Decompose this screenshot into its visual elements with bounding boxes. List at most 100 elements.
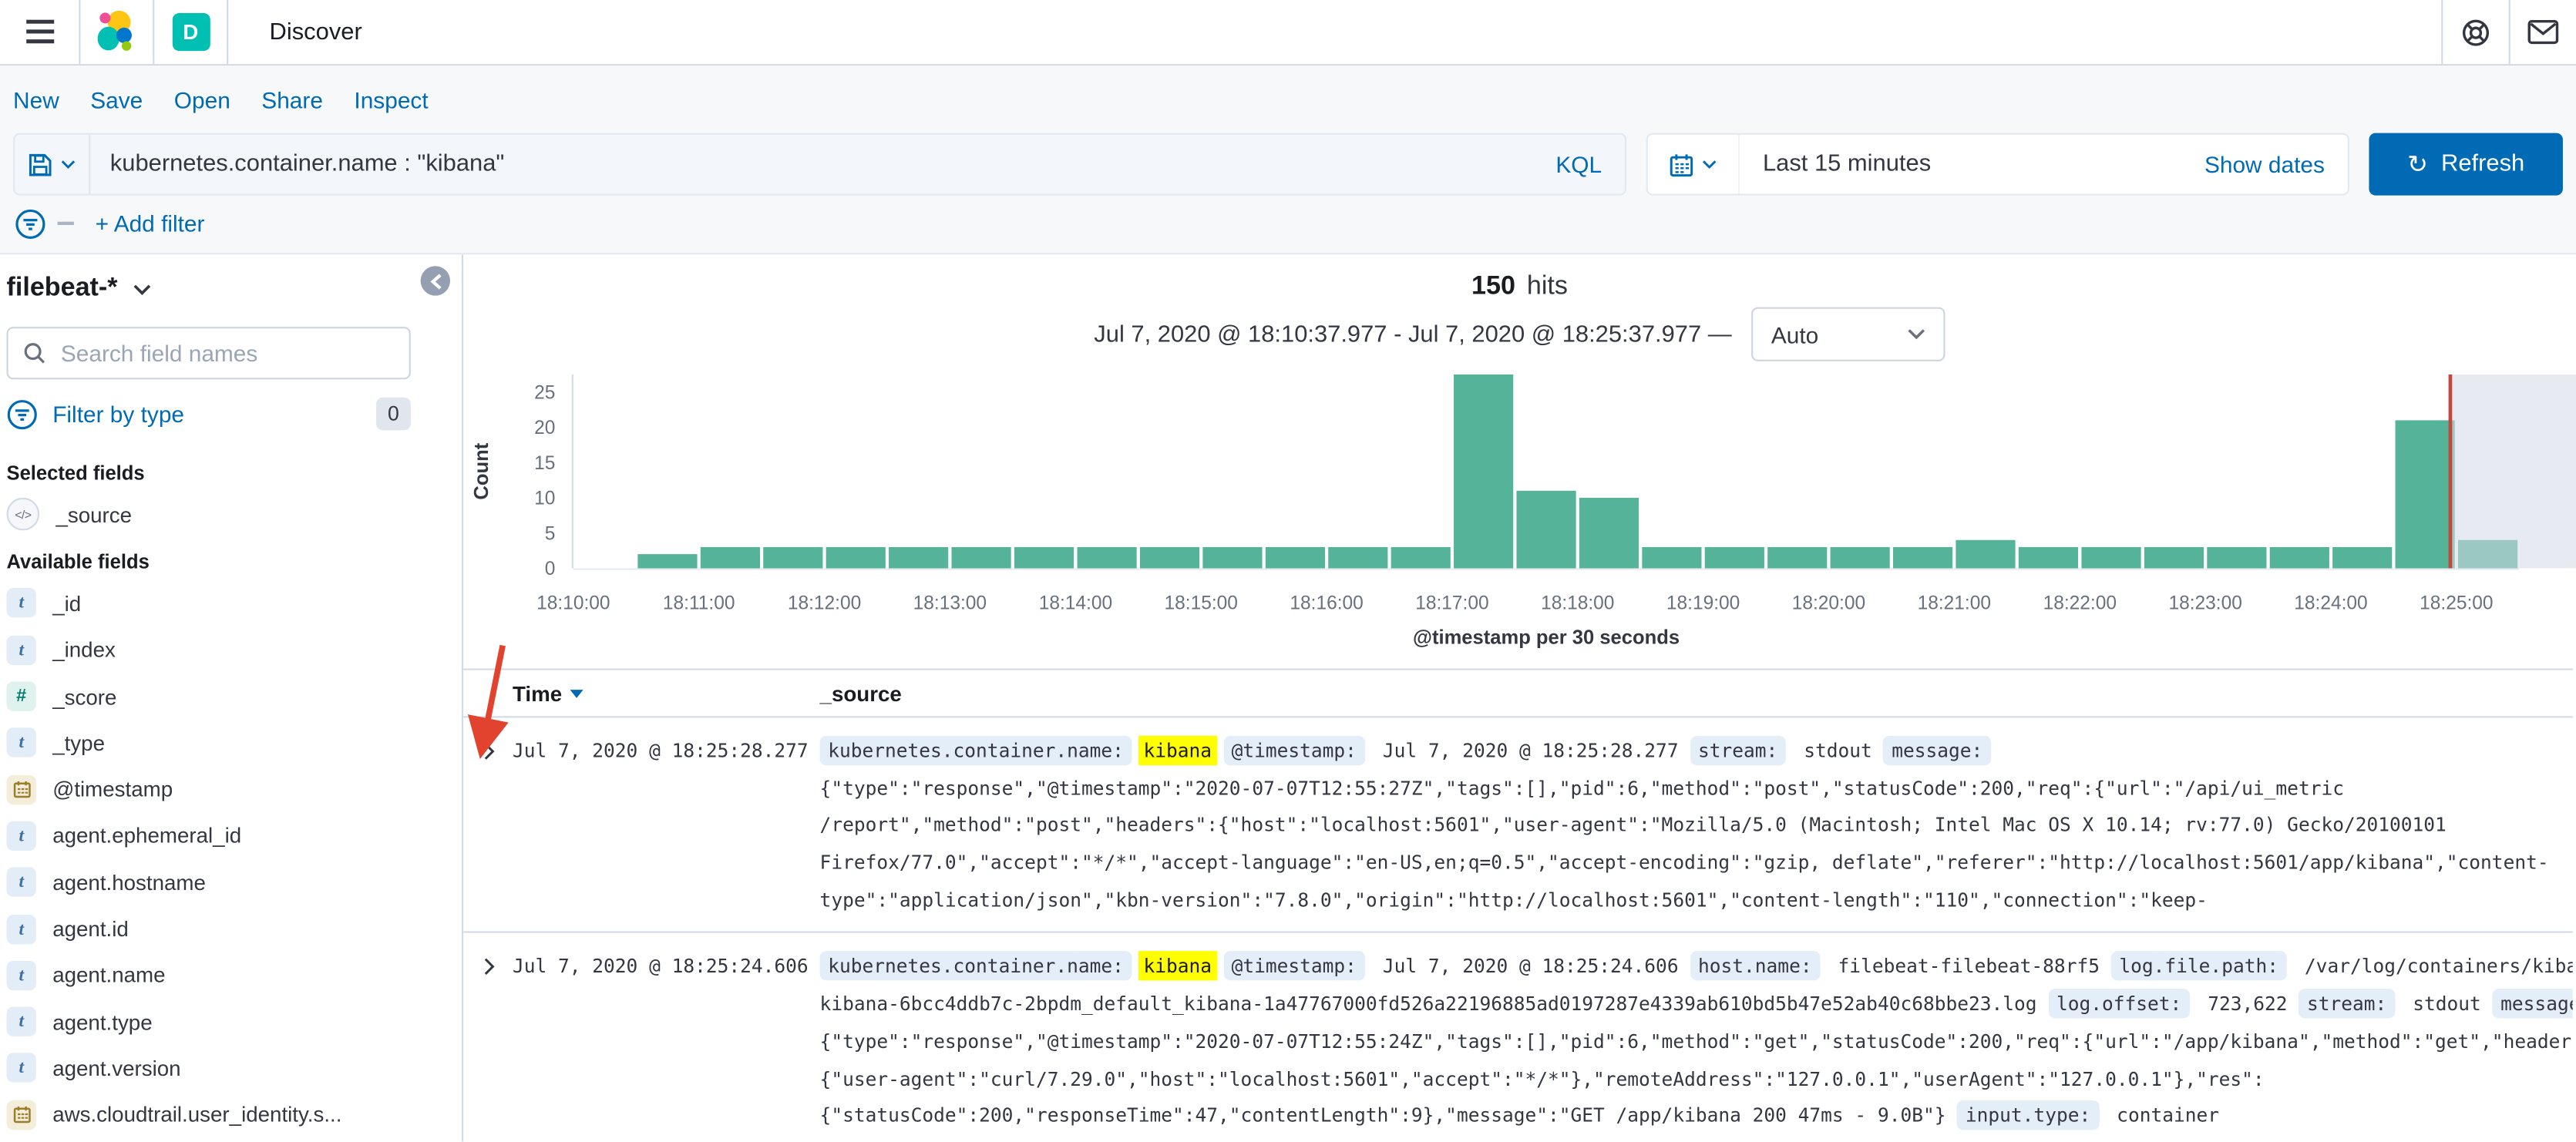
svg-text:10: 10 [534,489,555,509]
histogram-bar [1328,546,1388,569]
menu-item-new[interactable]: New [13,86,59,113]
field-item-agent.ephemeral_id[interactable]: t agent.ephemeral_id [6,813,462,859]
field-item-aws.cloudtrail.user_identity.s...[interactable]: aws.cloudtrail.user_identity.s... [6,1091,462,1137]
collapse-sidebar-button[interactable] [420,266,450,296]
svg-text:18:12:00: 18:12:00 [788,593,861,614]
menu-hamburger-icon[interactable] [0,0,79,64]
field-search-box [6,327,411,380]
histogram-chart[interactable]: 0 5 10 15 20 25 18:10:00 18:11:00 18:12:00 18:13:… [463,347,2576,673]
histogram-bar [1704,546,1764,569]
histogram-bar [763,546,823,569]
row-time-value: Jul 7, 2020 @ 18:25:28.277 [512,739,809,762]
interval-value: Auto [1771,321,1819,348]
expand-row-button[interactable] [463,949,513,1135]
source-line: kubernetes.container.name: kibana @timesta… [819,733,2573,770]
field-name-pill: kubernetes.container.name: [819,735,1132,766]
field-name: agent.type [52,1009,153,1034]
string-field-icon: t [6,727,36,758]
query-input[interactable]: kubernetes.container.name : "kibana" [90,151,1532,177]
field-item-agent.version[interactable]: t agent.version [6,1045,462,1091]
table-header: Time _source [463,670,2573,718]
menu-item-open[interactable]: Open [174,86,230,113]
hits-summary: 150 hits [463,273,2576,302]
source-text: filebeat-filebeat-88rf5 [1826,955,2111,979]
time-column-header[interactable]: Time [513,680,820,705]
svg-text:20: 20 [534,418,555,438]
field-item-@timestamp[interactable]: @timestamp [6,766,462,812]
menu-item-save[interactable]: Save [90,86,143,113]
row-time-value: Jul 7, 2020 @ 18:25:24.606 [512,955,809,979]
date-field-icon [6,774,36,804]
table-row: Jul 7, 2020 @ 18:25:24.606 kubernetes.con… [463,934,2573,1142]
highlighted-value: kibana [1138,952,1217,982]
field-name-pill: kubernetes.container.name: [819,952,1132,982]
current-time-marker [2448,374,2453,569]
histogram-bar [951,546,1011,569]
field-item-azure.auditlogs.properties.ac...[interactable]: azure.auditlogs.properties.ac... [7,1138,462,1142]
filter-bar: + Add filter [13,196,2563,251]
field-item-agent.hostname[interactable]: t agent.hostname [6,859,462,905]
source-line: type":"application/json","kbn-version":"… [820,882,2573,919]
source-text: {"user-agent":"curl/7.29.0","host":"loca… [819,1066,2265,1090]
field-name-pill: @timestamp: [1222,735,1365,766]
svg-text:18:13:00: 18:13:00 [913,593,987,614]
time-range-value[interactable]: Last 15 minutes [1740,151,2204,177]
histogram-bar [2144,546,2204,569]
svg-text:Count: Count [471,442,493,499]
svg-text:0: 0 [545,559,556,579]
string-field-icon: t [6,588,36,619]
svg-text:5: 5 [545,523,556,544]
refresh-button[interactable]: ↻ Refresh [2369,133,2563,196]
filter-by-type-row: Filter by type 0 [7,379,411,448]
svg-text:18:16:00: 18:16:00 [1290,593,1363,614]
query-bar: kubernetes.container.name : "kibana" KQL… [13,133,2563,196]
histogram-bar [1265,546,1325,569]
menu-item-share[interactable]: Share [261,86,323,113]
filter-icon [15,208,45,238]
available-fields-heading: Available fields [6,550,150,574]
index-pattern-selector[interactable]: filebeat-* [7,271,462,307]
fields-sidebar: filebeat-* Filter by type 0 [0,254,462,1142]
filter-by-type-button[interactable]: Filter by type [52,401,184,427]
field-item-agent.id[interactable]: t agent.id [6,905,462,952]
search-icon [24,343,45,364]
field-item-_type[interactable]: t _type [6,720,462,766]
svg-text:18:14:00: 18:14:00 [1039,593,1112,614]
field-name-pill: host.name: [1690,952,1821,982]
menu-item-inspect[interactable]: Inspect [354,86,428,113]
string-field-icon: t [6,867,36,898]
source-line: kubernetes.container.name: kibana @timesta… [819,949,2573,986]
field-item-_score[interactable]: # _score [6,673,462,720]
field-item-agent.type[interactable]: t agent.type [6,999,462,1045]
documents-table: Time _source Jul 7, 2020 @ 18:25:28.277 k… [463,668,2573,1141]
svg-text:18:22:00: 18:22:00 [2043,593,2117,614]
time-column-label: Time [512,680,563,706]
histogram-bar [1391,546,1451,569]
field-item-_source[interactable]: </> _source [6,491,462,537]
show-dates-button[interactable]: Show dates [2204,151,2348,177]
field-search-input[interactable] [57,338,395,368]
source-line: Firefox/77.0","accept":"*/*","accept-lan… [820,845,2573,882]
expand-row-button[interactable] [463,733,513,919]
histogram-date-range: Jul 7, 2020 @ 18:10:37.977 - Jul 7, 2020… [1094,321,1732,348]
newsfeed-button[interactable] [2510,0,2576,64]
field-name: _id [52,591,82,616]
svg-text:15: 15 [534,453,555,474]
source-line: {"statusCode":200,"responseTime":47,"con… [820,1097,2573,1134]
query-language-button[interactable]: KQL [1533,151,1625,177]
page-title: Discover [269,18,362,45]
saved-query-menu-button[interactable] [15,134,91,194]
elastic-logo [96,10,131,51]
quick-select-time-button[interactable] [1648,134,1740,194]
elastic-logo-icon[interactable] [80,0,153,64]
source-line: kibana-6bcc4ddb7c-2bpdm_default_kibana-1… [820,986,2573,1023]
calendar-icon [1670,153,1693,176]
field-item-_index[interactable]: t _index [6,626,462,673]
histogram-bar [1014,546,1074,569]
add-filter-button[interactable]: + Add filter [96,210,205,237]
help-button[interactable] [2443,0,2508,64]
field-name-pill: stream: [1690,735,1786,766]
field-item-_id[interactable]: t _id [6,580,462,626]
field-item-agent.name[interactable]: t agent.name [6,952,462,999]
filter-pin-dash [57,221,74,225]
